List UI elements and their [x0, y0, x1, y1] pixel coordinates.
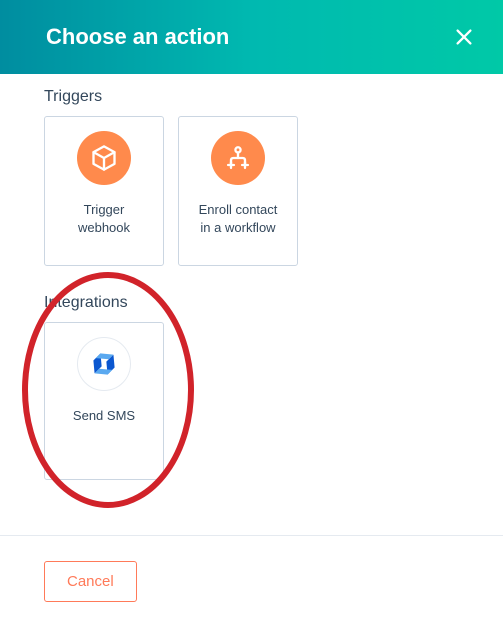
section-label-triggers: Triggers — [44, 88, 459, 106]
workflow-icon — [211, 131, 265, 185]
card-label: Enroll contact in a workflow — [193, 201, 284, 237]
integrations-row: Send SMS — [44, 322, 459, 480]
footer-divider — [0, 535, 503, 536]
modal-content: Triggers Trigger webhook — [0, 74, 503, 480]
section-label-integrations: Integrations — [44, 294, 459, 312]
action-card-enroll-workflow[interactable]: Enroll contact in a workflow — [178, 116, 298, 266]
action-card-trigger-webhook[interactable]: Trigger webhook — [44, 116, 164, 266]
action-card-send-sms[interactable]: Send SMS — [44, 322, 164, 480]
cube-icon — [77, 131, 131, 185]
modal-title: Choose an action — [46, 24, 229, 50]
integration-logo-icon — [77, 337, 131, 391]
close-icon[interactable] — [453, 26, 475, 48]
card-label: Trigger webhook — [72, 201, 136, 237]
triggers-row: Trigger webhook Enroll contact in a work… — [44, 116, 459, 266]
modal-header: Choose an action — [0, 0, 503, 74]
card-label: Send SMS — [67, 407, 141, 425]
cancel-button[interactable]: Cancel — [44, 561, 137, 602]
modal-footer: Cancel — [44, 561, 137, 602]
